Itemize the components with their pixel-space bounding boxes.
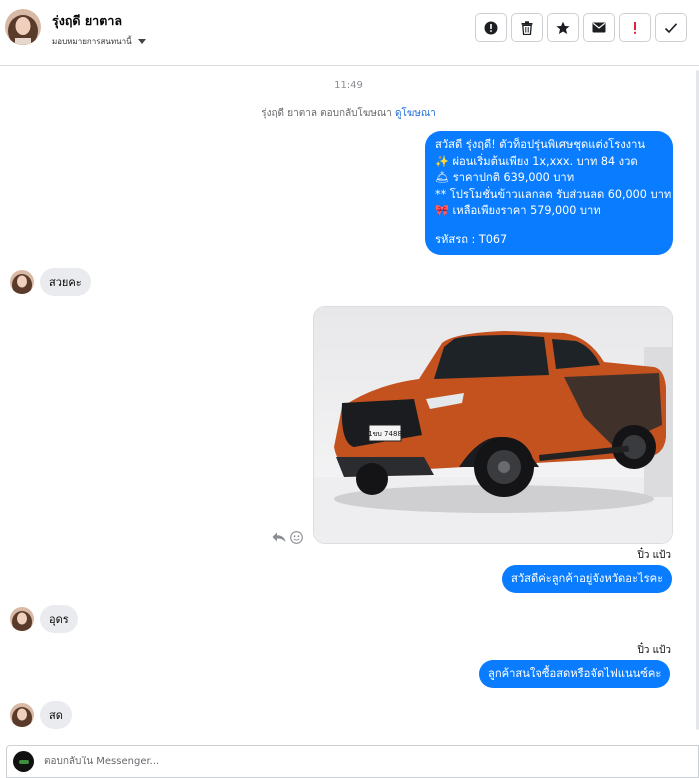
contact-avatar[interactable]: [5, 9, 41, 45]
assign-conversation-dropdown[interactable]: มอบหมายการสนทนานี้: [52, 35, 146, 48]
star-button[interactable]: [547, 13, 579, 42]
promo-line: 🎀 เหลือเพียงราคา 579,000 บาท: [435, 204, 601, 217]
page-avatar: [13, 751, 34, 772]
delete-button[interactable]: [511, 13, 543, 42]
ad-reply-notice: รุ่งฤดี ยาตาล ตอบกลับโฆษณา ดูโฆษณา: [0, 106, 697, 121]
incoming-message[interactable]: สด: [40, 701, 72, 729]
car-photo-image: 1ขบ 7488: [314, 307, 672, 543]
caret-down-icon: [137, 39, 146, 44]
mark-done-button[interactable]: [655, 13, 687, 42]
promo-line: ✨ ผ่อนเริ่มต้นเพียง 1x,xxx. บาท 84 งวด: [435, 154, 638, 168]
promo-line: สวัสดี รุ่งฤดี! ตัวท็อปรุ่นพิเศษชุดแต่งโ…: [435, 138, 646, 151]
ad-reply-text: รุ่งฤดี ยาตาล ตอบกลับโฆษณา: [261, 108, 392, 119]
contact-avatar-small[interactable]: [10, 703, 34, 727]
contact-avatar-small[interactable]: [10, 607, 34, 631]
reply-icon[interactable]: [272, 532, 286, 543]
reply-input[interactable]: [44, 756, 544, 767]
outgoing-message-promo[interactable]: สวัสดี รุ่งฤดี! ตัวท็อปรุ่นพิเศษชุดแต่งโ…: [425, 131, 673, 255]
outgoing-message[interactable]: ลูกค้าสนใจซื้อสดหรือจัดไฟแนนซ์คะ: [479, 660, 671, 688]
incoming-message[interactable]: สวยคะ: [40, 268, 91, 296]
reply-composer: [6, 745, 699, 778]
mark-spam-button[interactable]: [475, 13, 507, 42]
assign-label: มอบหมายการสนทนานี้: [52, 37, 132, 46]
trash-icon: [521, 20, 533, 35]
emoji-reaction-icon[interactable]: [290, 531, 303, 544]
outgoing-message[interactable]: สวัสดีค่ะลูกค้าอยู่จังหวัดอะไรคะ: [502, 565, 673, 593]
checkmark-icon: [664, 22, 678, 33]
conversation-toolbar: [475, 13, 687, 42]
contact-avatar-small[interactable]: [10, 270, 34, 294]
license-plate-text: 1ขบ 7488: [368, 430, 402, 438]
important-icon: [634, 21, 636, 34]
messenger-inbox: รุ่งฤดี ยาตาล มอบหมายการสนทนานี้ 11:49 ร…: [0, 0, 699, 778]
promo-line: ** โปรโมชั่นข้าวแลกลด รับส่วนลด 60,000 บ…: [435, 187, 672, 201]
sender-name: ปิ๋ว แป้ว: [637, 645, 671, 656]
view-ad-link[interactable]: ดูโฆษณา: [395, 108, 436, 119]
important-button[interactable]: [619, 13, 651, 42]
sender-name: ปิ๋ว แป้ว: [637, 550, 671, 561]
mark-unread-button[interactable]: [583, 13, 615, 42]
contact-name[interactable]: รุ่งฤดี ยาตาล: [52, 11, 122, 31]
conversation-header: รุ่งฤดี ยาตาล มอบหมายการสนทนานี้: [0, 0, 699, 66]
message-timestamp: 11:49: [334, 80, 363, 91]
promo-line-code: รหัสรถ : T067: [435, 232, 508, 246]
car-photo-attachment[interactable]: 1ขบ 7488: [313, 306, 673, 544]
mail-icon: [592, 22, 606, 33]
star-icon: [556, 21, 570, 34]
incoming-message[interactable]: อุดร: [40, 605, 78, 633]
promo-spacer: [435, 220, 663, 232]
message-thread[interactable]: 11:49 รุ่งฤดี ยาตาล ตอบกลับโฆษณา ดูโฆษณา…: [0, 66, 697, 740]
message-actions: [272, 531, 303, 544]
spam-icon: [484, 21, 498, 34]
promo-line: 🛎 ราคาปกติ 639,000 บาท: [435, 171, 575, 184]
